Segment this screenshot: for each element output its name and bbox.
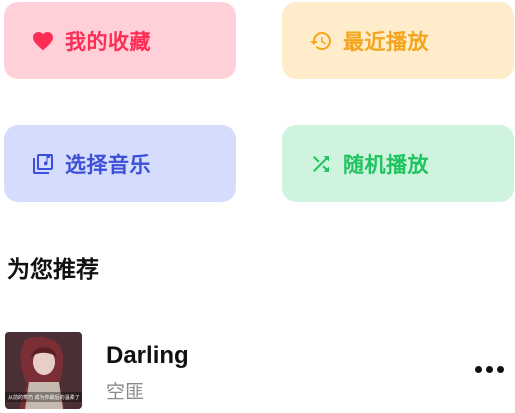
song-title: Darling [106, 342, 189, 369]
recommend-section-title: 为您推荐 [7, 257, 99, 283]
select-music-button[interactable]: 选择音乐 [4, 125, 236, 202]
select-music-label: 选择音乐 [65, 152, 151, 177]
shuffle-play-label: 随机播放 [343, 152, 429, 177]
more-horizontal-icon[interactable] [471, 358, 507, 380]
history-icon [308, 28, 334, 54]
song-artist: 空匪 [106, 381, 145, 403]
recent-play-label: 最近播放 [343, 29, 429, 54]
music-home: 我的收藏 最近播放 选择音乐 随机播放 为您推荐 从前的乖巧 成为你最后的温柔了… [0, 0, 515, 413]
music-library-icon [30, 151, 56, 177]
song-list-item[interactable]: 从前的乖巧 成为你最后的温柔了 Darling 空匪 [5, 332, 510, 409]
album-cover: 从前的乖巧 成为你最后的温柔了 [5, 332, 82, 409]
shuffle-icon [308, 151, 334, 177]
shuffle-play-button[interactable]: 随机播放 [282, 125, 514, 202]
cover-caption: 从前的乖巧 成为你最后的温柔了 [8, 394, 80, 401]
recent-play-button[interactable]: 最近播放 [282, 2, 514, 79]
favorites-label: 我的收藏 [65, 29, 151, 54]
favorites-button[interactable]: 我的收藏 [4, 2, 236, 79]
heart-icon [30, 28, 56, 54]
